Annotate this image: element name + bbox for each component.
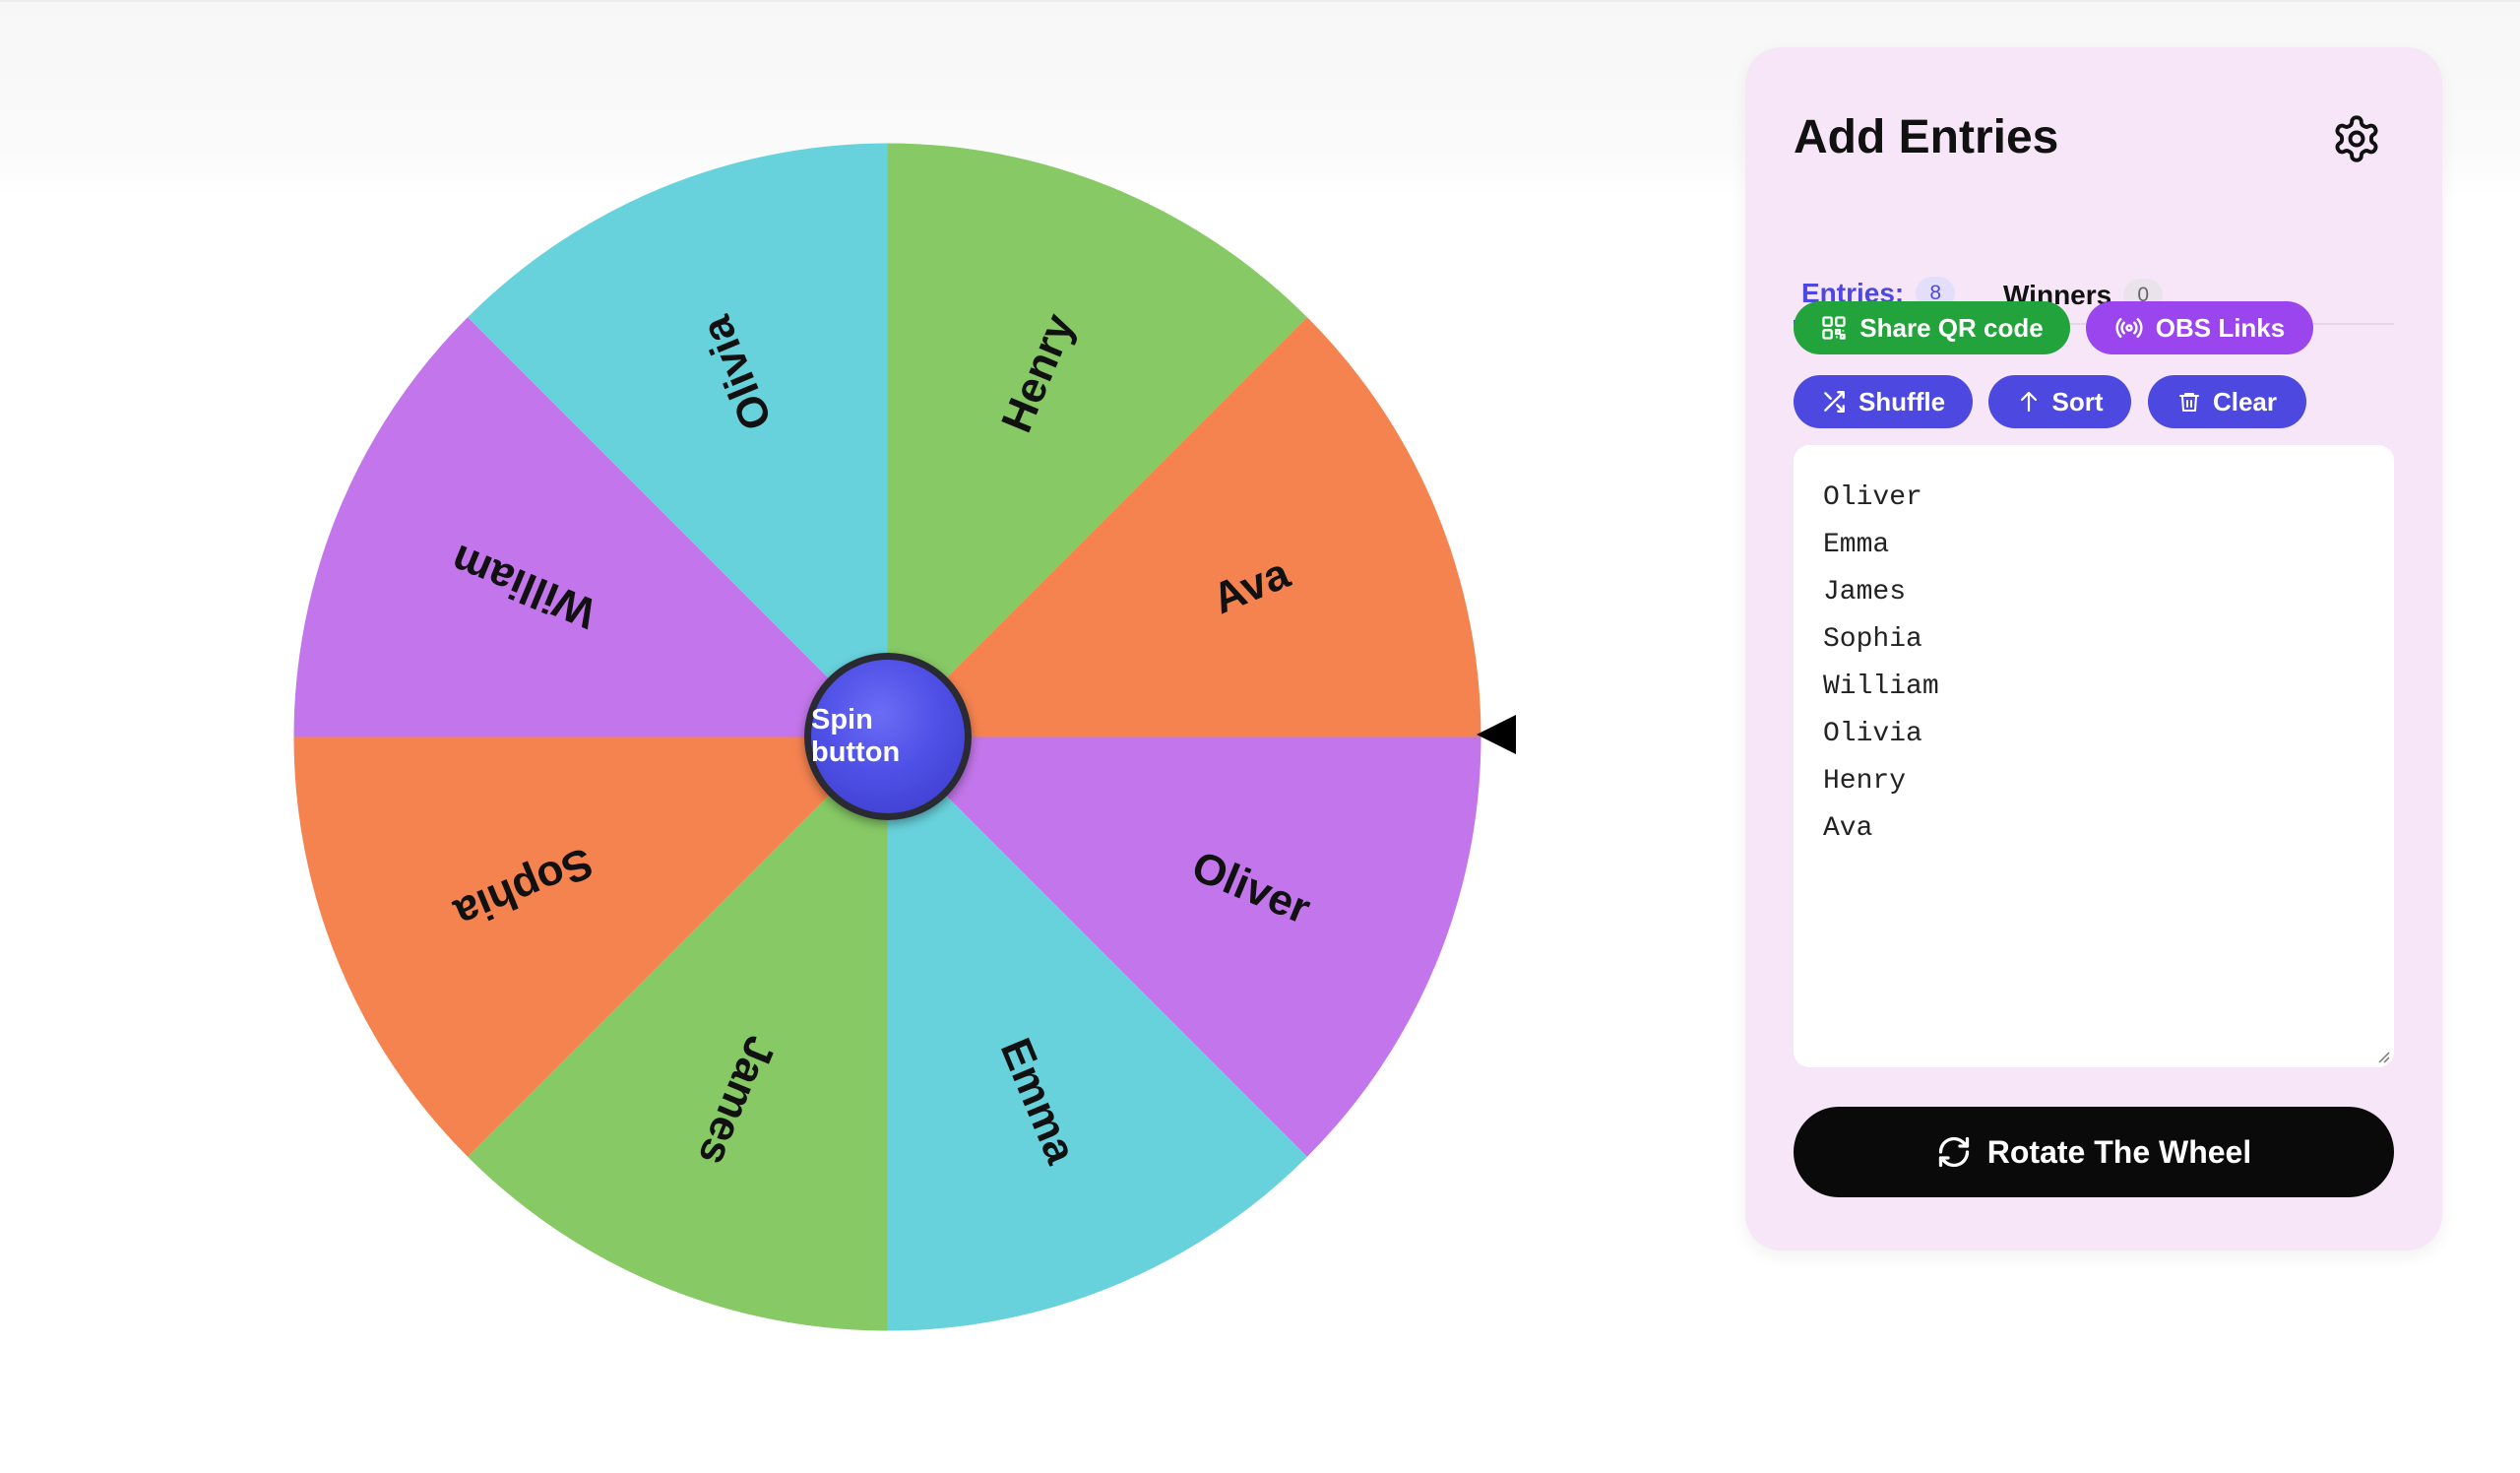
share-qr-button[interactable]: Share QR code	[1794, 301, 2070, 354]
obs-links-button[interactable]: OBS Links	[2086, 301, 2313, 354]
entries-panel: Add Entries Entries: 8 Winners 0 Share Q…	[1745, 47, 2442, 1250]
sort-button[interactable]: Sort	[1988, 375, 2131, 428]
trash-icon	[2178, 393, 2199, 412]
rotate-wheel-label: Rotate The Wheel	[1986, 1133, 2252, 1170]
refresh-icon	[1938, 1136, 1969, 1168]
share-qr-label: Share QR code	[1859, 312, 2044, 343]
rotate-wheel-button[interactable]: Rotate The Wheel	[1794, 1107, 2394, 1197]
sort-label: Sort	[2051, 386, 2104, 416]
resize-handle-icon[interactable]	[2374, 1048, 2390, 1063]
shuffle-icon	[1824, 391, 1845, 413]
spin-button[interactable]: Spin button	[804, 653, 972, 820]
broadcast-icon	[2115, 318, 2143, 338]
entry-line: Emma	[1823, 530, 1890, 560]
entry-line: Olivia	[1823, 719, 1922, 749]
clear-button[interactable]: Clear	[2148, 375, 2306, 428]
entries-textarea[interactable]: Oliver Emma James Sophia William Olivia …	[1794, 445, 2394, 1067]
entry-line: Henry	[1823, 766, 1907, 797]
spin-button-label: Spin button	[811, 704, 901, 768]
shuffle-button[interactable]: Shuffle	[1794, 375, 1973, 428]
shuffle-label: Shuffle	[1858, 386, 1946, 416]
panel-title: Add Entries	[1794, 111, 2059, 163]
qr-code-icon	[1822, 316, 1846, 340]
entry-line: William	[1823, 672, 1939, 702]
top-divider	[0, 0, 2520, 2]
entry-line: Sophia	[1823, 624, 1922, 655]
entry-line: Ava	[1823, 813, 1873, 844]
arrow-up-icon	[2020, 391, 2037, 413]
page: Oliver Emma James Sophia William Olivia Henry A…	[0, 0, 2520, 1473]
obs-links-label: OBS Links	[2155, 312, 2286, 343]
entry-line: James	[1823, 577, 1907, 608]
clear-label: Clear	[2212, 386, 2278, 416]
wheel-pointer-icon	[1477, 715, 1516, 754]
entry-line: Oliver	[1823, 482, 1922, 513]
gear-icon[interactable]	[2331, 113, 2382, 164]
